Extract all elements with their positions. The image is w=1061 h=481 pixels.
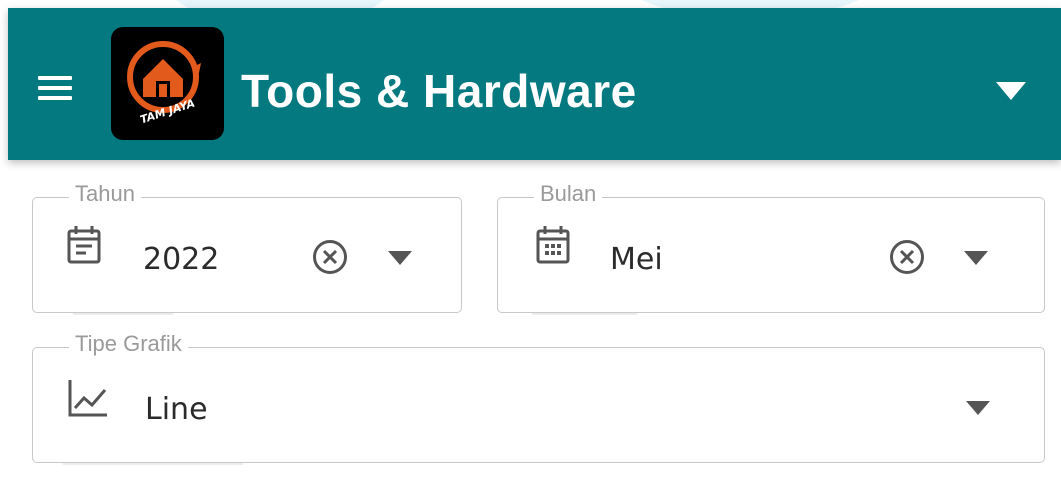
caret-down-icon[interactable] (964, 251, 988, 265)
field-underline (73, 313, 173, 315)
year-select[interactable]: Tahun 2022 (32, 181, 462, 315)
caret-down-icon[interactable] (996, 82, 1026, 100)
chart-type-value: Line (145, 392, 208, 427)
line-chart-icon (68, 380, 107, 417)
chart-type-label: Tipe Grafik (69, 331, 188, 357)
caret-down-icon[interactable] (388, 251, 412, 265)
close-circle-icon[interactable] (890, 240, 924, 274)
calendar-grid-icon (536, 226, 570, 264)
hamburger-menu-icon[interactable] (38, 76, 72, 100)
app-header: TAM JAYA Tools & Hardware (8, 8, 1061, 160)
year-label: Tahun (69, 181, 141, 207)
field-underline (63, 463, 243, 465)
year-value: 2022 (143, 242, 220, 277)
month-value: Mei (610, 242, 663, 277)
close-circle-icon[interactable] (313, 240, 347, 274)
month-label: Bulan (534, 181, 603, 207)
calendar-month-icon (67, 226, 101, 264)
chart-type-select[interactable]: Tipe Grafik Line (32, 331, 1045, 465)
app-title: Tools & Hardware (241, 65, 637, 117)
app-logo: TAM JAYA (111, 27, 224, 140)
field-underline (532, 313, 637, 315)
caret-down-icon[interactable] (966, 401, 990, 415)
month-select[interactable]: Bulan Mei (497, 181, 1045, 315)
